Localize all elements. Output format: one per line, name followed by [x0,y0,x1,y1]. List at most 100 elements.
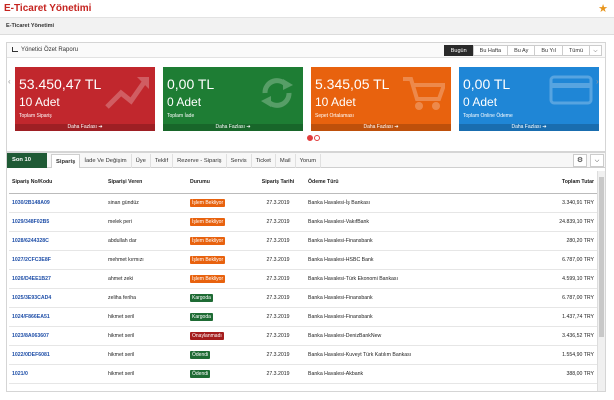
more-link[interactable]: Daha Fazlası ➔ [163,124,303,131]
card-label: Sepet Ortalaması [315,113,354,119]
table-row[interactable]: 1028/6244328C abdullah dar İşlem Bekliyor 2… [9,231,597,251]
more-link[interactable]: Daha Fazlası ➔ [311,124,451,131]
order-date: 27.3.2019 [266,332,290,339]
table-row[interactable]: 1026/D4EE1B27 ahmet zeki İşlem Bekliyor 27.… [9,269,597,289]
settings-gear-icon[interactable]: ⚙ [573,154,587,167]
payment-type: Banka Havalesi-Akbank [308,370,364,377]
payment-type: Banka Havalesi-Türk Ekonomi Bankası [308,275,398,282]
order-date: 27.3.2019 [266,370,290,377]
table-cell: 1028/6244328C [9,231,105,251]
table-row[interactable]: 1022/0DEF6081 hikmet seril Ödendi 27.3.2019… [9,345,597,365]
carousel-dot[interactable] [314,135,320,141]
col-payment-type[interactable]: Ödeme Türü [305,171,511,194]
order-date: 27.3.2019 [266,294,290,301]
more-link[interactable]: Daha Fazlası ➔ [15,124,155,131]
card-online-payment[interactable]: 0,00 TL 0 Adet Toplam Online Ödeme Daha … [459,67,599,131]
order-code-link[interactable]: 1025/3E93CAD4 [12,295,51,301]
payment-type: Banka Havalesi-Finansbank [308,237,373,244]
col-status[interactable]: Durumu [187,171,251,194]
table-cell: melek peri [105,212,187,232]
orders-scrollbar[interactable] [597,171,605,391]
period-this-month[interactable]: Bu Ay [507,45,536,56]
col-total[interactable]: Toplam Tutar [511,171,597,194]
order-date: 27.3.2019 [266,275,290,282]
refresh-icon [261,78,293,108]
table-cell: 27.3.2019 [251,231,305,251]
period-today[interactable]: Bugün [443,45,474,56]
collapse-chevron-icon[interactable]: ⌵ [589,45,602,56]
status-badge: Kargoda [190,312,213,321]
summary-report-header: Yönetici Özet Raporu Bugün Bu Hafta Bu A… [7,43,605,58]
status-badge: İşlem Bekliyor [190,255,226,264]
table-cell: 27.3.2019 [251,345,305,365]
table-header-row: Sipariş No/Kodu Siparişi Veren Durumu Si… [9,171,597,194]
order-date: 27.3.2019 [266,313,290,320]
tab-returns[interactable]: İade Ve Değişim [80,154,132,168]
col-customer[interactable]: Siparişi Veren [105,171,187,194]
order-code-link[interactable]: 1022/0DEF6081 [12,352,50,358]
order-code-link[interactable]: 1028/6244328C [12,238,49,244]
table-row[interactable]: 1025/3E93CAD4 zeliha feriha Kargoda 27.3.20… [9,288,597,308]
col-order-date[interactable]: Sipariş Tarihi [251,171,305,194]
payment-type: Banka Havalesi-VakıfBank [308,218,370,225]
order-total: 4.599,10 TRY [562,275,594,282]
table-row[interactable]: 1024/F866EA51 hikmet seril Kargoda 27.3.201… [9,307,597,327]
table-cell: Banka Havalesi-HSBC Bank [305,250,511,270]
table-row[interactable]: 1029/348F02B5 melek peri İşlem Bekliyor 27.… [9,212,597,232]
order-code-link[interactable]: 1023/8A063607 [12,333,49,339]
order-total: 3.340,91 TRY [562,199,594,206]
app-title[interactable]: E-Ticaret Yönetimi [4,3,91,14]
order-code-link[interactable]: 1030/2B148A09 [12,200,50,206]
period-this-week[interactable]: Bu Hafta [472,45,509,56]
tab-ticket[interactable]: Ticket [252,154,276,168]
carousel-prev-icon[interactable]: ‹ [8,77,16,93]
table-cell: 1.554,90 TRY [511,345,597,365]
order-code-link[interactable]: 1027/2CFC3E8F [12,257,51,263]
table-cell: Banka Havalesi-DenizBankNew [305,326,511,346]
tab-service[interactable]: Servis [227,154,252,168]
tab-reserve-orders[interactable]: Rezerve - Sipariş [173,154,227,168]
period-all[interactable]: Tümü [561,45,590,56]
table-cell: 388,00 TRY [511,364,597,384]
scrollbar-thumb[interactable] [599,177,604,337]
more-link[interactable]: Daha Fazlası ➔ [459,124,599,131]
carousel-dot[interactable] [307,135,313,141]
order-total: 3.436,52 TRY [562,332,594,339]
table-cell: 1027/2CFC3E8F [9,250,105,270]
col-order-code[interactable]: Sipariş No/Kodu [9,171,105,194]
table-cell: İşlem Bekliyor [187,269,251,289]
order-total: 6.787,00 TRY [562,256,594,263]
star-icon[interactable]: ★ [598,2,608,15]
table-row[interactable]: 1023/8A063607 hikmet seril Onaylanmadı 27.3… [9,326,597,346]
tab-comments[interactable]: Yorum [296,154,322,168]
status-badge: Onaylanmadı [190,331,224,340]
tab-mail[interactable]: Mail [276,154,296,168]
tab-orders[interactable]: Sipariş [51,154,81,168]
tab-offers[interactable]: Teklif [151,154,174,168]
order-code-link[interactable]: 1024/F866EA51 [12,314,50,320]
table-row[interactable]: 1030/2B148A09 sinan gündüz İşlem Bekliyor 2… [9,193,597,213]
order-code-link[interactable]: 1026/D4EE1B27 [12,276,51,282]
card-total-orders[interactable]: 53.450,47 TL 10 Adet Toplam Sipariş Daha… [15,67,155,131]
table-cell: Kargoda [187,307,251,327]
tab-members[interactable]: Üye [132,154,151,168]
customer-name: hikmet seril [108,370,135,377]
table-cell: 1.437,74 TRY [511,307,597,327]
table-cell: ahmet zeki [105,269,187,289]
card-total-returns[interactable]: 0,00 TL 0 Adet Toplam İade Daha Fazlası … [163,67,303,131]
table-cell: zeliha feriha [105,288,187,308]
chevron-down-icon[interactable]: ⌵ [590,154,604,167]
table-row[interactable]: 1027/2CFC3E8F mehmet kırmızı İşlem Bekliyo… [9,250,597,270]
status-badge: Kargoda [190,293,213,302]
customer-name: zeliha feriha [108,294,136,301]
payment-type: Banka Havalesi-Finansbank [308,313,373,320]
period-this-year[interactable]: Bu Yıl [534,45,563,56]
order-code-link[interactable]: 1029/348F02B5 [12,219,49,225]
breadcrumb: E-Ticaret Yönetimi [6,23,55,29]
card-amount: 0,00 TL [463,76,511,92]
carousel-next-icon[interactable]: › [596,77,604,93]
order-code-link[interactable]: 1021/0 [12,371,28,377]
card-basket-average[interactable]: 5.345,05 TL 10 Adet Sepet Ortalaması Dah… [311,67,451,131]
customer-name: melek peri [108,218,132,225]
table-row[interactable]: 1021/0 hikmet seril Ödendi 27.3.2019 Banka H… [9,364,597,384]
